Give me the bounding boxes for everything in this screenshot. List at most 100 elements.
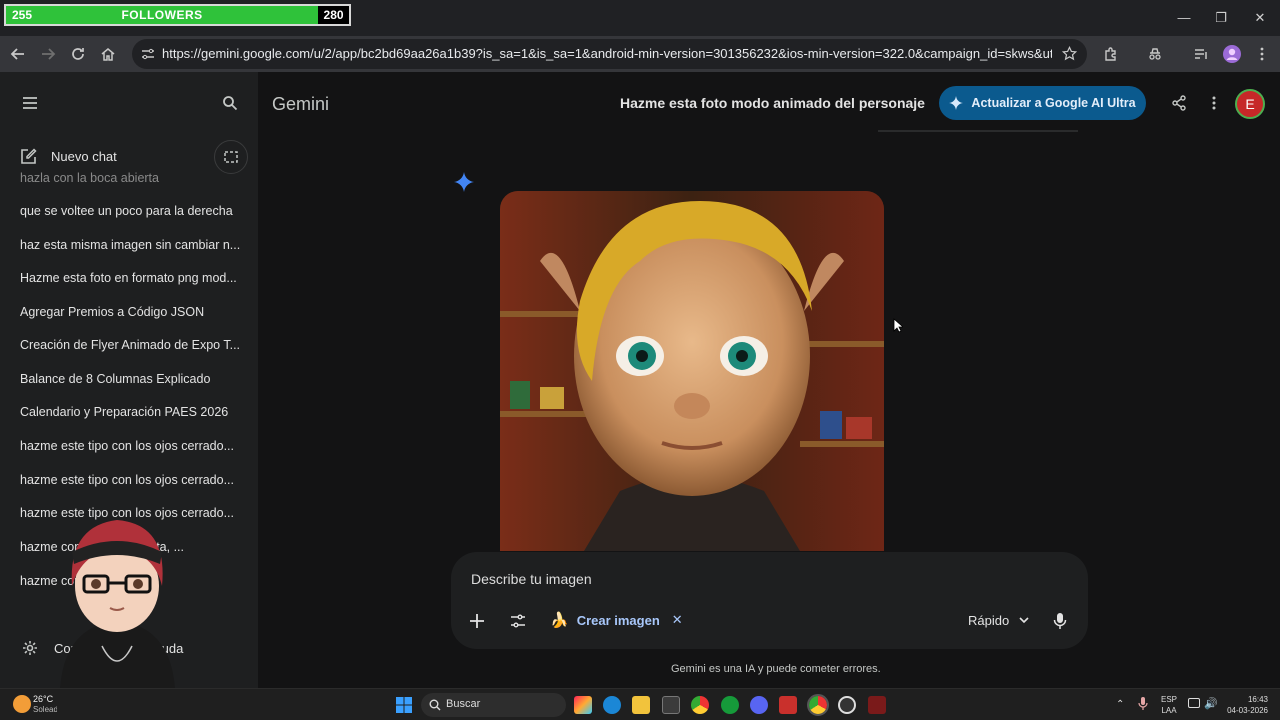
close-window-button[interactable]: ✕ (1250, 8, 1270, 28)
chevron-down-icon (1019, 617, 1029, 624)
chat-history-item[interactable]: hazme este tipo con los ojos cerrado... (20, 473, 240, 487)
keyboard-layout: LAA (1161, 706, 1177, 715)
followers-goal-widget: 255 FOLLOWERS 280 (4, 4, 351, 26)
gear-icon (23, 641, 37, 655)
menu-button[interactable] (22, 96, 38, 115)
network-icon[interactable] (1188, 698, 1200, 708)
address-bar[interactable]: https://gemini.google.com/u/2/app/bc2bd6… (132, 39, 1087, 69)
upgrade-button[interactable]: Actualizar a Google AI Ultra (939, 86, 1146, 120)
sparkle-icon (949, 96, 964, 110)
followers-goal: 280 (323, 8, 344, 22)
xbox-icon[interactable] (721, 696, 739, 714)
prompt-composer: Describe tu imagen 🍌 Crear imagen ✕ Rápi… (451, 552, 1088, 649)
show-hidden-icons-chevron-icon[interactable]: ⌃ (1116, 699, 1124, 710)
dashed-square-icon (224, 151, 238, 163)
profile-button[interactable] (1220, 42, 1244, 66)
taskbar-search[interactable]: Buscar (421, 693, 566, 717)
followers-progress-fill: 255 FOLLOWERS (6, 6, 319, 24)
clock-time: 16:43 (1247, 695, 1268, 704)
home-button[interactable] (96, 42, 120, 66)
media-controls-button[interactable] (1189, 42, 1213, 66)
mouse-cursor-icon (893, 318, 903, 333)
restore-button[interactable]: ❐ (1211, 8, 1231, 28)
forward-button[interactable] (36, 42, 60, 66)
minimize-button[interactable]: — (1174, 8, 1194, 28)
weather-desc: Soleado (33, 705, 57, 714)
more-vertical-icon (1212, 96, 1216, 110)
hamburger-icon (23, 97, 37, 109)
chat-history-item[interactable]: Creación de Flyer Animado de Expo T... (20, 338, 240, 352)
chat-history-item[interactable]: haz esta misma imagen sin cambiar n... (20, 238, 240, 252)
arrow-right-icon (42, 48, 56, 60)
share-icon (1172, 95, 1186, 111)
more-vertical-icon (1260, 47, 1264, 61)
copilot-icon[interactable] (574, 696, 592, 714)
file-explorer-icon[interactable] (632, 696, 650, 714)
language-indicator[interactable]: ESP LAA (1161, 694, 1177, 716)
scroll-divider (878, 130, 1078, 132)
model-selector[interactable]: Rápido (968, 613, 1029, 628)
chat-history-item[interactable]: hazla con la boca abierta (20, 171, 240, 183)
chat-history-item[interactable]: que se voltee un poco para la derecha (20, 204, 240, 218)
profile-avatar-icon (1223, 45, 1241, 63)
weather-sun-icon (13, 695, 31, 713)
microphone-button[interactable] (1053, 612, 1067, 635)
windows-taskbar: 26°C Soleado Buscar ⌃ ESP LAA 🔊 16:43 04… (0, 688, 1280, 720)
reload-button[interactable] (66, 42, 90, 66)
edge-icon[interactable] (603, 696, 621, 714)
clock[interactable]: 16:43 04-03-2026 (1224, 694, 1268, 716)
bookmark-star-icon (1062, 46, 1077, 61)
followers-label: FOLLOWERS (121, 8, 203, 22)
animated-character-image (500, 191, 884, 551)
chat-history-item[interactable]: Calendario y Preparación PAES 2026 (20, 405, 240, 419)
tools-button[interactable] (510, 613, 526, 634)
edit-icon (21, 148, 37, 164)
new-chat-button[interactable]: Nuevo chat (20, 148, 117, 165)
extensions-button[interactable] (1099, 42, 1123, 66)
search-label: Buscar (446, 698, 481, 710)
chat-history-item[interactable]: Balance de 8 Columnas Explicado (20, 372, 240, 386)
chrome-icon[interactable] (691, 696, 709, 714)
search-icon (223, 96, 238, 111)
chrome-active-icon[interactable] (807, 694, 829, 716)
model-label: Rápido (968, 613, 1010, 628)
create-image-label: Crear imagen (576, 612, 660, 628)
store-icon[interactable] (662, 696, 680, 714)
disclaimer-text: Gemini es una IA y puede cometer errores… (671, 663, 881, 675)
account-avatar[interactable]: E (1235, 89, 1265, 119)
obs-icon[interactable] (838, 696, 856, 714)
game-app-icon[interactable] (868, 696, 886, 714)
generated-image[interactable] (500, 191, 884, 551)
browser-menu-button[interactable] (1250, 42, 1274, 66)
prompt-input[interactable]: Describe tu imagen (471, 571, 592, 587)
discord-icon[interactable] (750, 696, 768, 714)
search-icon (429, 699, 441, 711)
streaming-app-icon[interactable] (779, 696, 797, 714)
chat-history-item[interactable]: hazme este tipo con los ojos cerrado... (20, 439, 240, 453)
banana-icon: 🍌 (550, 612, 569, 629)
browser-toolbar: https://gemini.google.com/u/2/app/bc2bd6… (0, 36, 1280, 72)
share-button[interactable] (1171, 95, 1187, 116)
reload-icon (72, 48, 84, 60)
weather-temp[interactable]: 26°C (33, 694, 53, 704)
chat-history-item[interactable]: Agregar Premios a Código JSON (20, 305, 240, 319)
gemini-spark-icon (454, 172, 474, 192)
add-attachment-button[interactable] (469, 613, 485, 634)
remove-tool-icon[interactable]: ✕ (672, 612, 683, 628)
site-settings-icon (142, 48, 154, 60)
microphone-tray-icon[interactable] (1138, 697, 1148, 716)
create-image-chip[interactable]: 🍌 Crear imagen ✕ (550, 611, 683, 629)
app-brand[interactable]: Gemini (272, 94, 329, 115)
arrow-left-icon (10, 48, 24, 60)
more-options-button[interactable] (1206, 95, 1222, 116)
streamer-avatar-overlay (60, 520, 175, 688)
microphone-icon (1053, 613, 1067, 629)
volume-icon[interactable]: 🔊 (1204, 697, 1218, 710)
temporary-chat-button[interactable] (214, 140, 248, 174)
search-button[interactable] (222, 95, 238, 116)
back-button[interactable] (6, 42, 30, 66)
chat-history-item[interactable]: Hazme esta foto en formato png mod... (20, 271, 240, 285)
url-text: https://gemini.google.com/u/2/app/bc2bd6… (162, 46, 1052, 61)
start-button[interactable] (396, 697, 412, 718)
incognito-button[interactable] (1143, 42, 1167, 66)
